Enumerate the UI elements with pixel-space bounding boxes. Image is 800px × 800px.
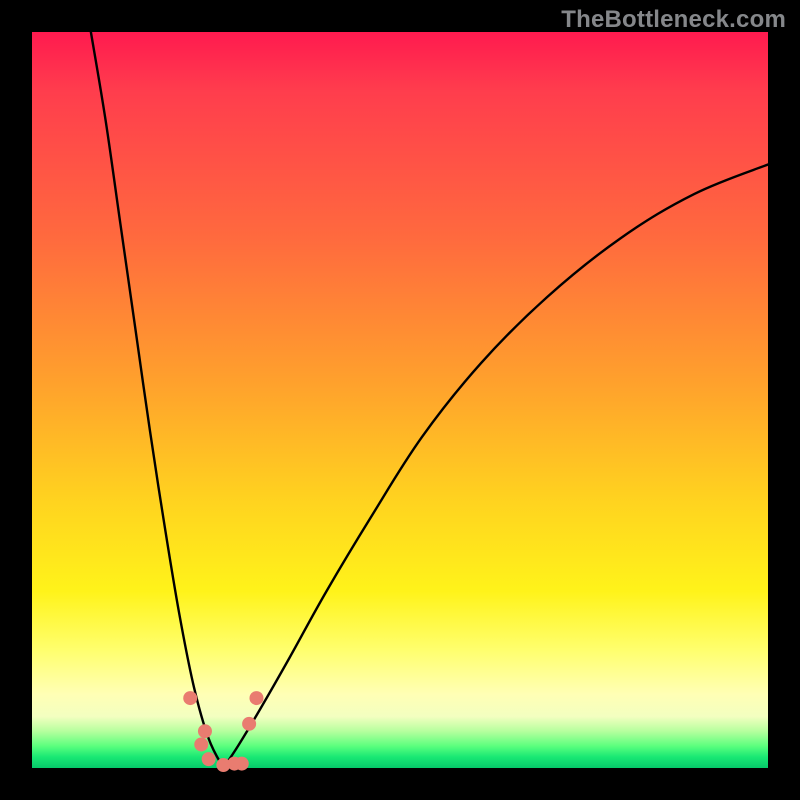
data-marker (242, 717, 256, 731)
data-marker (183, 691, 197, 705)
right-curve (223, 164, 768, 768)
data-marker (249, 691, 263, 705)
watermark-text: TheBottleneck.com (561, 6, 786, 34)
curve-layer (32, 32, 768, 768)
data-marker (235, 757, 249, 771)
data-marker (194, 737, 208, 751)
left-curve (91, 32, 223, 768)
chart-frame: TheBottleneck.com (0, 0, 800, 800)
data-marker (202, 752, 216, 766)
data-marker (198, 724, 212, 738)
marker-group (183, 691, 263, 772)
